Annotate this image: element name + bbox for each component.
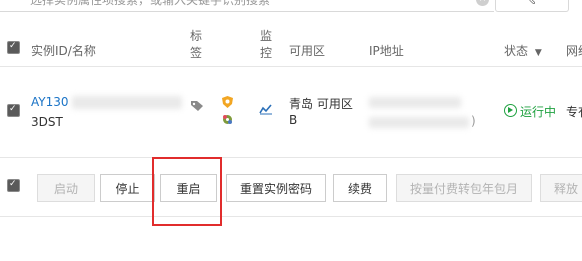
column-tags-line2: 签 [189, 46, 202, 60]
start-button[interactable]: 启动 [37, 174, 95, 202]
column-monitor-line1: 监 [259, 29, 272, 43]
redacted-ip-1 [369, 97, 461, 108]
column-monitor: 监 控 [259, 28, 273, 62]
column-network: 网络 [566, 44, 582, 58]
clear-icon[interactable]: × [476, 0, 489, 6]
table-header: 实例ID/名称 标 签 监 控 可用区 IP地址 状态 ▼ 网络 [0, 18, 582, 67]
search-placeholder: 选择实例属性项搜索，或输入关键字识别搜索 [30, 0, 271, 7]
search-icon: 🔍︎ [520, 0, 537, 6]
instance-name: 3DST [31, 115, 63, 129]
tag-icon[interactable] [190, 100, 204, 112]
column-tags-line1: 标 [189, 29, 202, 43]
column-zone: 可用区 [289, 44, 326, 58]
release-button[interactable]: 释放 [540, 174, 582, 202]
monitor-chart-icon[interactable] [259, 103, 273, 115]
stop-button[interactable]: 停止 [100, 174, 155, 202]
zone-line1: 青岛 可用区 [289, 97, 353, 111]
gear-icon[interactable] [221, 113, 234, 126]
instance-id-link[interactable]: AY130 [31, 95, 69, 109]
redacted-id [72, 96, 182, 109]
search-button[interactable]: 🔍︎ [495, 0, 569, 12]
column-tags: 标 签 [189, 28, 203, 62]
bulk-select-checkbox[interactable] [7, 179, 20, 192]
column-status-label: 状态 [504, 44, 529, 58]
ip-tail: ) [471, 114, 476, 128]
security-shield-icon[interactable] [221, 95, 234, 109]
reset-password-button[interactable]: 重置实例密码 [226, 174, 326, 202]
column-monitor-line2: 控 [259, 46, 272, 60]
table-row: AY130 3DST 青岛 可用区 B ) 运行中 专有 [0, 67, 582, 158]
select-all-checkbox[interactable] [7, 41, 20, 54]
action-bar: 启动 停止 重启 重置实例密码 续费 按量付费转包年包月 释放 [0, 158, 582, 217]
search-input[interactable]: 选择实例属性项搜索，或输入关键字识别搜索 × [0, 0, 494, 12]
sort-down-icon[interactable]: ▼ [535, 48, 542, 58]
row-checkbox[interactable] [7, 104, 20, 117]
redacted-ip-2 [369, 117, 469, 128]
restart-highlight-box [152, 157, 222, 226]
renew-button[interactable]: 续费 [333, 174, 387, 202]
running-icon [504, 104, 517, 117]
status-running: 运行中 [520, 105, 557, 119]
zone-line2: B [289, 113, 298, 127]
network-type: 专有 [566, 105, 582, 119]
column-id-name: 实例ID/名称 [31, 44, 96, 58]
column-status[interactable]: 状态 ▼ [504, 42, 542, 59]
convert-billing-button[interactable]: 按量付费转包年包月 [396, 174, 532, 202]
column-ip: IP地址 [369, 44, 404, 58]
